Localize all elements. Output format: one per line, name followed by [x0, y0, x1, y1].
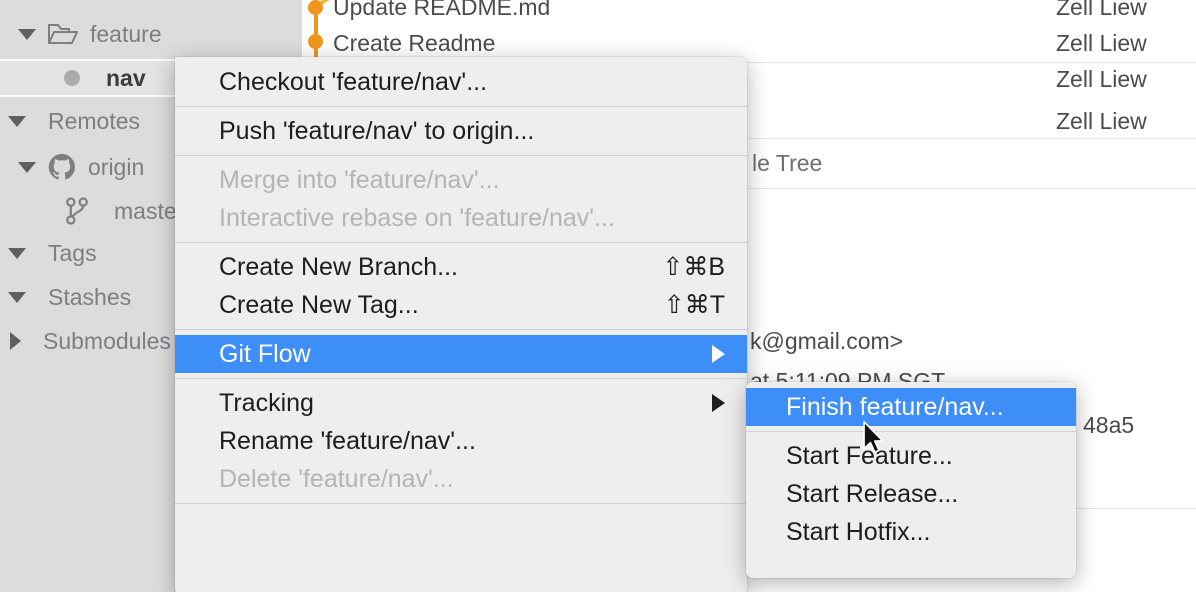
git-flow-separator [746, 431, 1076, 432]
detail-tab-label: le Tree [752, 150, 823, 176]
git-flow-submenu[interactable]: Finish feature/nav... Start Feature... Sta… [746, 382, 1076, 578]
context-menu-separator [175, 329, 747, 330]
context-menu-item-label: Rename 'feature/nav'... [219, 426, 476, 455]
commit-author: Zell Liew [1056, 0, 1147, 20]
commit-graph-dot [308, 34, 323, 49]
chevron-down-icon[interactable] [8, 247, 26, 259]
detail-author-email: k@gmail.com> [750, 328, 904, 354]
context-menu-item-label: Git Flow [219, 339, 311, 368]
sidebar-row-label: origin [88, 153, 145, 180]
context-menu-item-create-new-branch[interactable]: Create New Branch... ⇧⌘B [175, 248, 747, 286]
context-menu-item-push-feature-nav-to-origin[interactable]: Push 'feature/nav' to origin... [175, 112, 747, 150]
sidebar-row-label: master [114, 197, 185, 224]
context-menu-item-merge-into-feature-nav: Merge into 'feature/nav'... [175, 161, 747, 199]
git-flow-item-label: Start Release... [786, 479, 959, 508]
context-menu-item-interactive-rebase-on-feature-nav: Interactive rebase on 'feature/nav'... [175, 199, 747, 237]
context-menu-item-checkout-feature-nav[interactable]: Checkout 'feature/nav'... [175, 63, 747, 101]
git-flow-item-start-feature[interactable]: Start Feature... [746, 437, 1076, 475]
commit-author: Zell Liew [1056, 108, 1147, 134]
commit-author: Zell Liew [1056, 30, 1147, 56]
chevron-down-icon[interactable] [18, 161, 36, 173]
context-menu-separator [175, 106, 747, 107]
context-menu-item-label: Checkout 'feature/nav'... [219, 67, 488, 96]
dot-icon [64, 70, 80, 86]
github-icon [46, 152, 78, 182]
submenu-arrow-icon [712, 394, 725, 412]
context-menu-separator [175, 242, 747, 243]
context-menu-item-label: Merge into 'feature/nav'... [219, 165, 500, 194]
context-menu-item-label: Delete 'feature/nav'... [219, 464, 454, 493]
commit-author: Zell Liew [1056, 66, 1147, 92]
context-menu-separator [175, 503, 747, 504]
context-menu-item-rename-feature-nav[interactable]: Rename 'feature/nav'... [175, 422, 747, 460]
chevron-down-icon[interactable] [8, 115, 26, 127]
chevron-down-icon[interactable] [8, 291, 26, 303]
chevron-right-icon[interactable] [10, 332, 21, 350]
context-menu-item-label: Create New Branch... [219, 252, 458, 281]
context-menu-separator [175, 378, 747, 379]
git-flow-item-label: Finish feature/nav... [786, 392, 1004, 421]
context-menu-separator [175, 155, 747, 156]
git-flow-item-label: Start Hotfix... [786, 517, 931, 546]
git-flow-item-finish-feature-nav[interactable]: Finish feature/nav... [746, 388, 1076, 426]
git-flow-item-label: Start Feature... [786, 441, 953, 470]
commit-message: Create Readme [333, 30, 496, 56]
submenu-arrow-icon [712, 345, 725, 363]
sidebar-row-label: feature [90, 20, 162, 47]
commit-graph-dot [308, 0, 323, 15]
context-menu-item-create-new-tag[interactable]: Create New Tag... ⇧⌘T [175, 286, 747, 324]
sidebar-row-label: Submodules [43, 327, 171, 354]
git-flow-item-start-hotfix[interactable]: Start Hotfix... [746, 513, 1076, 551]
context-menu-item-label: Push 'feature/nav' to origin... [219, 116, 535, 145]
git-flow-item-start-release[interactable]: Start Release... [746, 475, 1076, 513]
sidebar-row-feature-folder[interactable]: feature [0, 15, 302, 53]
context-menu-item-label: Interactive rebase on 'feature/nav'... [219, 203, 615, 232]
sidebar-row-label: Stashes [48, 283, 132, 310]
folder-open-icon [46, 22, 80, 46]
context-menu-item-label: Tracking [219, 388, 314, 417]
commit-message: Update README.md [333, 0, 551, 20]
app-window: Update README.md Create Readme Zell Liew… [0, 0, 1196, 592]
branch-icon [64, 197, 90, 225]
sidebar-row-label: Remotes [48, 107, 141, 134]
branch-context-menu[interactable]: Checkout 'feature/nav'... Push 'feature/n… [175, 57, 747, 592]
detail-commit-hash: 48a5 [1083, 412, 1135, 438]
context-menu-item-git-flow[interactable]: Git Flow [175, 335, 747, 373]
context-menu-item-label: Create New Tag... [219, 290, 419, 319]
chevron-down-icon[interactable] [18, 28, 36, 40]
context-menu-item-delete-feature-nav: Delete 'feature/nav'... [175, 460, 747, 498]
log-divider [748, 188, 1196, 189]
context-menu-item-shortcut: ⇧⌘B [662, 253, 725, 281]
context-menu-item-shortcut: ⇧⌘T [663, 291, 725, 319]
sidebar-row-label: Tags [48, 239, 97, 266]
sidebar-row-label: nav [106, 64, 146, 91]
context-menu-item-tracking[interactable]: Tracking [175, 384, 747, 422]
